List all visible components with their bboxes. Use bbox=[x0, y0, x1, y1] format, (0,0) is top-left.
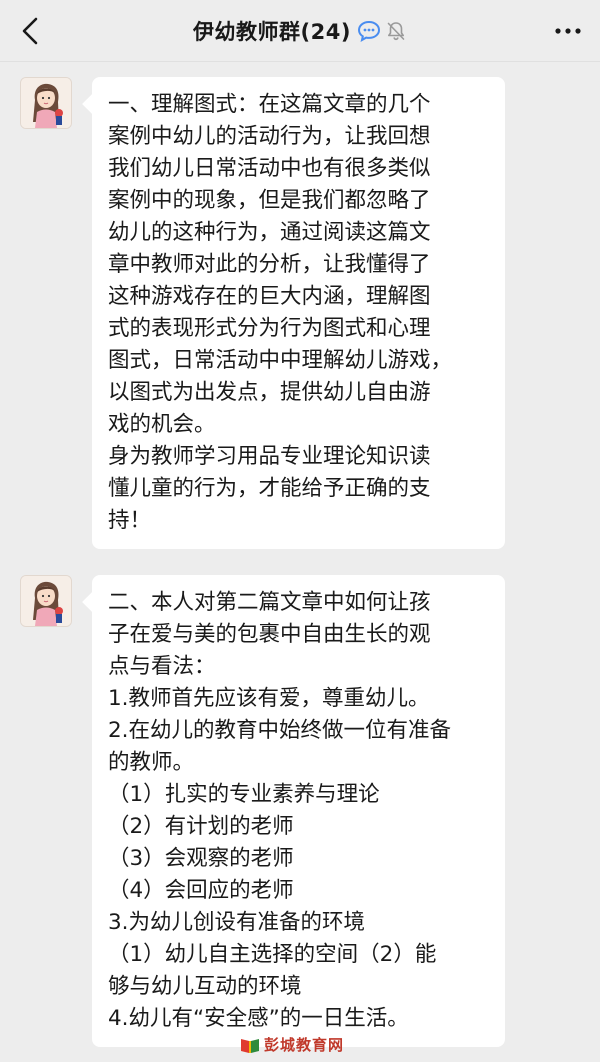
message-text-line: 持！ bbox=[108, 508, 152, 533]
message-text-line: 式的表现形式分为行为图式和心理 bbox=[108, 316, 431, 341]
message-text-line: 戏的机会。 bbox=[108, 412, 216, 437]
chat-title: 伊幼教师群(24) bbox=[193, 20, 351, 44]
more-button[interactable] bbox=[550, 16, 586, 46]
message-text-line: 3.为幼儿创设有准备的环境 bbox=[108, 910, 366, 935]
avatar[interactable] bbox=[20, 575, 72, 627]
message-bubble[interactable]: 一、理解图式：在这篇文章的几个 案例中幼儿的活动行为，让我回想 我们幼儿日常活动中也… bbox=[92, 77, 505, 549]
message-text-line: 幼儿的这种行为，通过阅读这篇文 bbox=[108, 220, 431, 245]
message-text-line: （2）有计划的老师 bbox=[108, 814, 294, 839]
message-text-line: 这种游戏存在的巨大内涵，理解图 bbox=[108, 284, 431, 309]
chat-bubble-icon bbox=[357, 20, 380, 42]
avatar[interactable] bbox=[20, 77, 72, 129]
message-text-line: 4.幼儿有“安全感”的一日生活。 bbox=[108, 1006, 409, 1031]
message-text-line: 1.教师首先应该有爱，尊重幼儿。 bbox=[108, 686, 430, 711]
more-dots-icon bbox=[555, 28, 581, 34]
mute-bell-icon bbox=[387, 22, 405, 41]
message-text-line: （1）扎实的专业素养与理论 bbox=[108, 782, 380, 807]
message-text-line: 懂儿童的行为，才能给予正确的支 bbox=[108, 476, 431, 501]
message-text-line: （1）幼儿自主选择的空间（2）能 bbox=[108, 942, 437, 967]
message-text-line: （3）会观察的老师 bbox=[108, 846, 294, 871]
avatar-cartoon-girl-icon bbox=[21, 78, 71, 128]
chevron-left-icon bbox=[22, 17, 38, 45]
message-text-line: 案例中幼儿的活动行为，让我回想 bbox=[108, 124, 431, 149]
back-button[interactable] bbox=[14, 13, 50, 49]
avatar-cartoon-girl-icon bbox=[21, 576, 71, 626]
message-text-line: 以图式为出发点，提供幼儿自由游 bbox=[108, 380, 431, 405]
message-text-line: 一、理解图式：在这篇文章的几个 bbox=[108, 92, 431, 117]
chat-header: 伊幼教师群(24) bbox=[0, 0, 600, 62]
message-text-line: 身为教师学习用品专业理论知识读 bbox=[108, 444, 431, 469]
watermark-text: 彭城教育网 bbox=[264, 1036, 345, 1054]
message-text-line: 够与幼儿互动的环境 bbox=[108, 974, 302, 999]
message-text-line: 点与看法： bbox=[108, 654, 216, 679]
watermark: 彭城教育网 bbox=[240, 1034, 344, 1055]
message-text-line: 我们幼儿日常活动中也有很多类似 bbox=[108, 156, 431, 181]
message-text-line: （4）会回应的老师 bbox=[108, 878, 294, 903]
message-text-line: 案例中的现象，但是我们都忽略了 bbox=[108, 188, 431, 213]
message-text-line: 图式，日常活动中中理解幼儿游戏， bbox=[108, 348, 453, 373]
message-text-line: 2.在幼儿的教育中始终做一位有准备 bbox=[108, 718, 452, 743]
message-bubble[interactable]: 二、本人对第二篇文章中如何让孩 子在爱与美的包裹中自由生长的观 点与看法： 1.教师首… bbox=[92, 575, 505, 1047]
message-text-line: 的教师。 bbox=[108, 750, 195, 775]
book-logo-icon bbox=[241, 1038, 259, 1053]
message-text-line: 二、本人对第二篇文章中如何让孩 bbox=[108, 590, 431, 615]
message-text-line: 章中教师对此的分析，让我懂得了 bbox=[108, 252, 431, 277]
message-text-line: 子在爱与美的包裹中自由生长的观 bbox=[108, 622, 431, 647]
